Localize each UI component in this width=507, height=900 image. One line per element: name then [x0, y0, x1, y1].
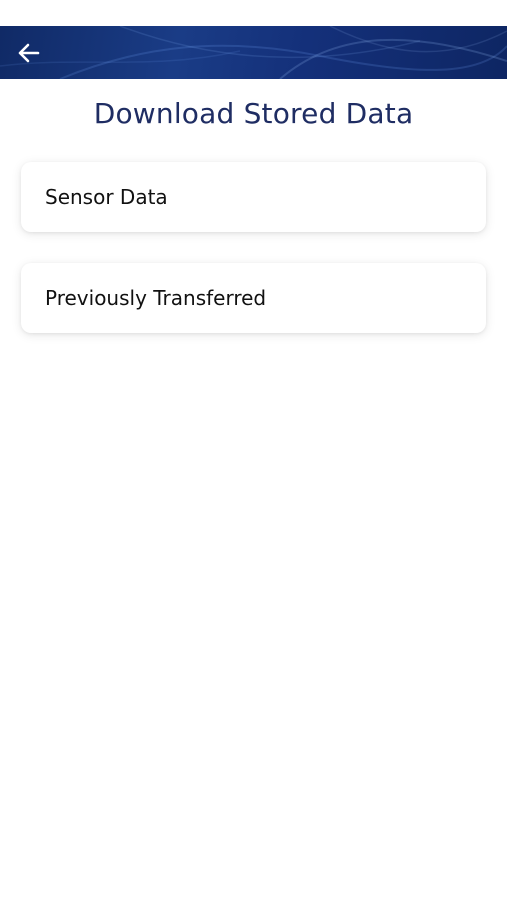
back-button[interactable] [12, 38, 44, 68]
header-background-pattern [0, 26, 507, 79]
status-bar [0, 0, 507, 26]
sensor-data-label: Sensor Data [45, 185, 168, 209]
app-bar [0, 26, 507, 79]
sensor-data-item[interactable]: Sensor Data [21, 162, 486, 232]
previously-transferred-label: Previously Transferred [45, 286, 267, 310]
page-title: Download Stored Data [93, 97, 414, 130]
previously-transferred-item[interactable]: Previously Transferred [21, 263, 486, 333]
arrow-left-icon [18, 43, 40, 63]
